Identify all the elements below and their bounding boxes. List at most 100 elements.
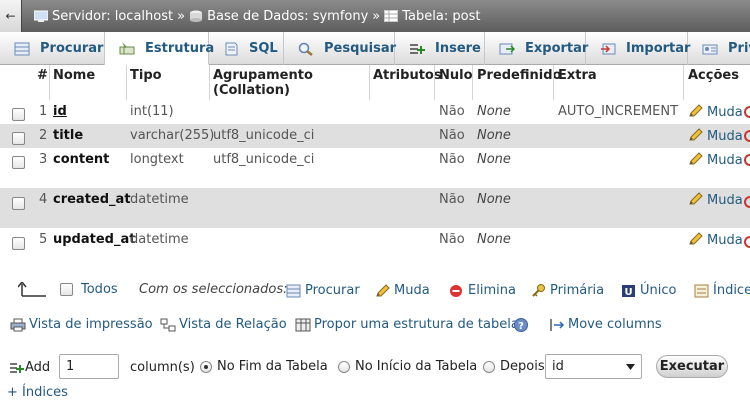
breadcrumb-server[interactable]: Servidor: localhost bbox=[52, 9, 173, 24]
bulk-primary-button[interactable]: Primária bbox=[531, 283, 604, 298]
row-num: 4 bbox=[39, 192, 48, 207]
tab-search[interactable]: Pesquisar bbox=[284, 32, 397, 65]
check-all[interactable]: Todos bbox=[60, 282, 118, 297]
header-default[interactable]: Predefinido bbox=[477, 68, 561, 83]
bulk-browse-button[interactable]: Procurar bbox=[286, 283, 360, 298]
drop-icon bbox=[449, 284, 464, 298]
bulk-drop-button[interactable]: Elimina bbox=[449, 283, 516, 298]
tab-label: Pesquisar bbox=[324, 41, 397, 56]
move-columns-link[interactable]: Move columns bbox=[549, 317, 662, 332]
table-icon bbox=[384, 10, 399, 22]
browse-icon bbox=[14, 42, 30, 56]
print-view-label: Vista de impressão bbox=[29, 317, 153, 332]
row-type: varchar(255) bbox=[130, 128, 215, 143]
relation-view-link[interactable]: Vista de Relação bbox=[160, 317, 287, 332]
after-column-select[interactable]: id bbox=[545, 354, 642, 379]
bulk-change-button[interactable]: Muda bbox=[375, 283, 430, 298]
breadcrumb-database[interactable]: Base de Dados: symfony bbox=[207, 9, 368, 24]
change-label: Muda bbox=[707, 193, 743, 208]
row-num: 1 bbox=[39, 104, 48, 119]
bulk-unique-label: Único bbox=[640, 283, 677, 298]
print-view-link[interactable]: Vista de impressão bbox=[10, 317, 153, 332]
change-button[interactable]: Muda bbox=[688, 104, 743, 120]
bulk-unique-button[interactable]: U Único bbox=[621, 283, 676, 298]
header-type[interactable]: Tipo bbox=[130, 68, 162, 83]
header-name[interactable]: Nome bbox=[53, 68, 95, 83]
row-checkbox[interactable] bbox=[12, 132, 25, 145]
pencil-icon bbox=[688, 192, 704, 206]
table-header: # Nome Tipo Agrupamento (Collation) Atri… bbox=[0, 65, 750, 100]
select-arrow-icon bbox=[17, 280, 48, 302]
check-all-checkbox[interactable] bbox=[60, 283, 73, 296]
breadcrumb-table[interactable]: Tabela: post bbox=[402, 9, 480, 24]
position-end-radio[interactable]: No Fim da Tabela bbox=[200, 359, 328, 374]
table-row: 2 title varchar(255) utf8_unicode_ci Não… bbox=[0, 124, 750, 148]
indexes-link[interactable]: + Índices bbox=[7, 385, 68, 400]
row-name: title bbox=[53, 128, 84, 143]
row-checkbox[interactable] bbox=[12, 156, 25, 169]
tab-import[interactable]: Importar bbox=[586, 32, 690, 65]
relation-view-label: Vista de Relação bbox=[179, 317, 287, 332]
tab-structure[interactable]: Estrutura bbox=[105, 32, 214, 65]
header-attributes[interactable]: Atributos bbox=[373, 68, 442, 83]
table-row: 4 created_at datetime Não None Muda bbox=[0, 188, 750, 228]
check-all-label[interactable]: Todos bbox=[81, 282, 118, 297]
row-checkbox[interactable] bbox=[12, 108, 25, 121]
drop-icon[interactable] bbox=[744, 236, 750, 248]
bulk-primary-label: Primária bbox=[550, 283, 605, 298]
index-icon bbox=[694, 284, 709, 298]
radio-selected[interactable] bbox=[200, 360, 212, 373]
header-collation[interactable]: Agrupamento (Collation) bbox=[213, 68, 353, 98]
position-after-radio[interactable]: Depois bbox=[483, 359, 545, 374]
bulk-index-button[interactable]: Índice bbox=[694, 283, 750, 298]
relation-icon bbox=[160, 318, 176, 332]
back-button[interactable]: ← bbox=[0, 0, 22, 32]
column-count-input[interactable]: 1 bbox=[59, 354, 119, 379]
row-num: 2 bbox=[39, 128, 48, 143]
tab-export[interactable]: Exportar bbox=[485, 32, 589, 65]
row-name: id bbox=[53, 104, 67, 119]
radio-unselected[interactable] bbox=[483, 360, 495, 373]
position-start-radio[interactable]: No Início da Tabela bbox=[338, 359, 477, 374]
insert-column-icon bbox=[9, 361, 25, 375]
header-extra[interactable]: Extra bbox=[558, 68, 597, 83]
propose-structure-link[interactable]: Propor uma estrutura de tabela bbox=[295, 317, 519, 332]
after-column-value: id bbox=[552, 359, 564, 374]
column-divider bbox=[683, 65, 684, 100]
row-name: content bbox=[53, 152, 110, 167]
tab-label: Exportar bbox=[525, 41, 589, 56]
tab-sql[interactable]: SQL bbox=[209, 32, 284, 65]
row-null: Não bbox=[439, 128, 465, 143]
header-num[interactable]: # bbox=[37, 68, 48, 83]
privileges-icon bbox=[702, 42, 718, 56]
pencil-icon bbox=[688, 152, 704, 166]
drop-icon[interactable] bbox=[744, 106, 750, 118]
execute-button[interactable]: Executar bbox=[656, 355, 728, 378]
import-icon bbox=[600, 42, 616, 56]
bulk-index-label: Índice bbox=[713, 283, 750, 298]
row-type: int(11) bbox=[130, 104, 174, 119]
tab-privileges[interactable]: Privi bbox=[688, 32, 750, 65]
tab-insert[interactable]: Insere bbox=[395, 32, 485, 65]
column-divider bbox=[209, 65, 210, 100]
change-button[interactable]: Muda bbox=[688, 232, 743, 248]
tab-browse[interactable]: Procurar bbox=[0, 32, 105, 65]
change-button[interactable]: Muda bbox=[688, 192, 743, 208]
drop-icon[interactable] bbox=[744, 154, 750, 166]
row-checkbox[interactable] bbox=[12, 197, 25, 210]
radio-unselected[interactable] bbox=[338, 360, 350, 373]
column-divider bbox=[434, 65, 435, 100]
change-button[interactable]: Muda bbox=[688, 152, 743, 168]
structure-icon bbox=[119, 41, 135, 55]
row-default: None bbox=[477, 128, 511, 143]
export-icon bbox=[499, 42, 516, 56]
with-selected-label: Com os seleccionados: bbox=[139, 282, 288, 297]
drop-icon[interactable] bbox=[744, 196, 750, 208]
header-null[interactable]: Nulo bbox=[439, 68, 473, 83]
help-icon[interactable]: ? bbox=[514, 318, 529, 336]
change-button[interactable]: Muda bbox=[688, 128, 743, 144]
row-checkbox[interactable] bbox=[12, 237, 25, 250]
breadcrumb-bar: ← Servidor: localhost » Base de Dados: s… bbox=[0, 0, 750, 32]
drop-icon[interactable] bbox=[744, 130, 750, 142]
add-columns-label: Add bbox=[9, 360, 50, 375]
